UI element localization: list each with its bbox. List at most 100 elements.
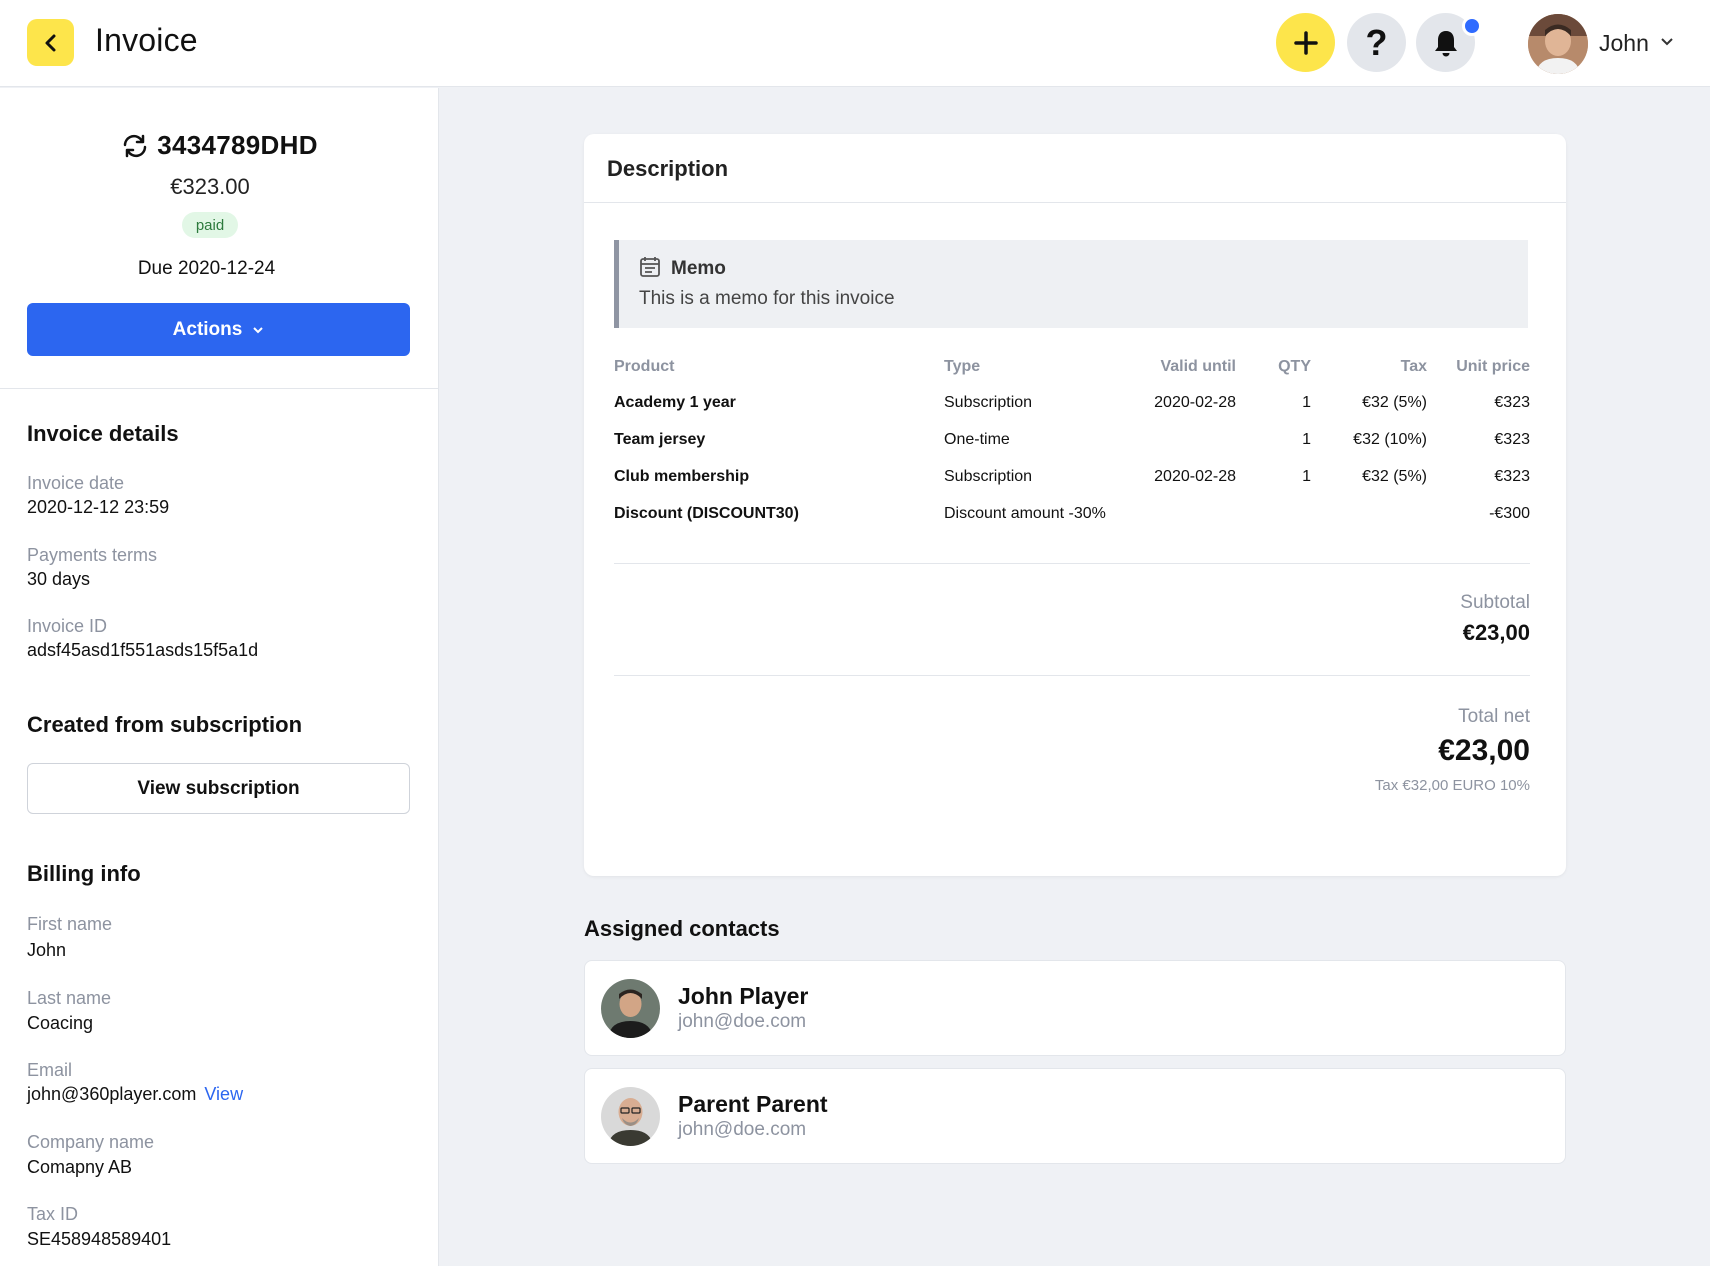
back-button[interactable]: [27, 19, 74, 66]
invoice-id-value: adsf45asd1f551asds15f5a1d: [27, 640, 259, 660]
unit-price: €323: [1494, 394, 1530, 411]
column-header-qty: QTY: [1278, 358, 1311, 375]
invoice-date-value: 2020-12-12 23:59: [27, 497, 170, 517]
first-name-label: First name: [27, 914, 113, 934]
product-type: Subscription: [944, 394, 1033, 411]
user-avatar[interactable]: [1528, 14, 1588, 74]
description-card: Description Memo This is a memo for this…: [584, 134, 1566, 876]
add-button[interactable]: [1276, 13, 1335, 72]
quantity: 1: [1302, 431, 1311, 448]
last-name-label: Last name: [27, 988, 112, 1008]
user-avatar-image: [1528, 14, 1588, 74]
quantity: 1: [1302, 394, 1311, 411]
contact-name: John Player: [678, 983, 809, 1009]
chevron-down-icon[interactable]: [1660, 37, 1674, 47]
invoice-amount: €323.00: [170, 174, 250, 199]
unit-price: -€300: [1489, 505, 1530, 522]
memo-title: Memo: [671, 258, 726, 279]
valid-until: 2020-02-28: [1154, 394, 1236, 411]
description-title: Description: [607, 156, 729, 181]
tax-id-label: Tax ID: [27, 1204, 79, 1224]
chevron-left-icon: [45, 34, 55, 51]
view-email-link[interactable]: View: [204, 1084, 243, 1104]
actions-button-label: Actions: [172, 318, 243, 340]
assigned-contacts-heading: Assigned contacts: [584, 916, 780, 941]
table-row: Academy 1 year Subscription 2020-02-28 1…: [614, 394, 1530, 424]
invoice-sidebar: 3434789DHD €323.00 paid Due 2020-12-24 A…: [0, 88, 439, 1266]
billing-info-heading: Billing info: [27, 861, 141, 886]
divider: [614, 563, 1530, 564]
memo-text: This is a memo for this invoice: [639, 288, 895, 309]
invoice-number-row: 3434789DHD: [0, 130, 439, 161]
table-row: Discount (DISCOUNT30) Discount amount -3…: [614, 505, 1530, 535]
product-type: Discount amount -30%: [944, 505, 1106, 522]
last-name-value: Coacing: [27, 1013, 94, 1033]
page-title: Invoice: [95, 22, 198, 58]
email-value-row: john@360player.com View: [27, 1084, 243, 1105]
payment-terms-value: 30 days: [27, 569, 91, 589]
memo-box: Memo This is a memo for this invoice: [614, 240, 1528, 328]
column-header-type: Type: [944, 358, 981, 375]
valid-until: 2020-02-28: [1154, 468, 1236, 485]
product-type: Subscription: [944, 468, 1033, 485]
product-name: Discount (DISCOUNT30): [614, 505, 799, 522]
divider: [0, 388, 439, 389]
help-button[interactable]: ?: [1347, 13, 1406, 72]
user-name[interactable]: John: [1599, 30, 1649, 57]
tax: €32 (10%): [1353, 431, 1427, 448]
actions-button[interactable]: Actions: [27, 303, 410, 356]
divider: [584, 202, 1566, 203]
total-net-label: Total net: [1458, 706, 1530, 727]
contact-card[interactable]: Parent Parent john@doe.com: [584, 1068, 1566, 1164]
status-badge: paid: [182, 212, 238, 238]
email-value: john@360player.com: [27, 1084, 197, 1104]
total-net-value: €23,00: [1438, 734, 1530, 767]
subtotal-value: €23,00: [1462, 620, 1530, 645]
invoice-number: 3434789DHD: [157, 130, 318, 160]
view-subscription-button[interactable]: View subscription: [27, 763, 410, 814]
question-mark-icon: ?: [1365, 21, 1388, 63]
calendar-note-icon: [640, 257, 660, 277]
contact-email: john@doe.com: [678, 1119, 807, 1140]
table-row: Team jersey One-time 1 €32 (10%) €323: [614, 431, 1530, 461]
contact-avatar: [601, 979, 660, 1038]
payment-terms-label: Payments terms: [27, 545, 158, 565]
subtotal-label: Subtotal: [1460, 592, 1530, 613]
column-header-valid-until: Valid until: [1160, 358, 1236, 375]
due-date: Due 2020-12-24: [137, 258, 276, 279]
unit-price: €323: [1494, 431, 1530, 448]
invoice-date-label: Invoice date: [27, 473, 125, 493]
tax: €32 (5%): [1362, 394, 1427, 411]
contact-card[interactable]: John Player john@doe.com: [584, 960, 1566, 1056]
contact-avatar-image: [601, 979, 660, 1038]
email-label: Email: [27, 1060, 73, 1080]
tax: €32 (5%): [1362, 468, 1427, 485]
contact-avatar: [601, 1087, 660, 1146]
unit-price: €323: [1494, 468, 1530, 485]
plus-icon: [1293, 30, 1318, 55]
contact-name: Parent Parent: [678, 1091, 828, 1117]
invoice-id-label: Invoice ID: [27, 616, 108, 636]
table-row: Club membership Subscription 2020-02-28 …: [614, 468, 1530, 498]
company-name-label: Company name: [27, 1132, 155, 1152]
subscription-heading: Created from subscription: [27, 712, 303, 737]
chevron-down-icon: [253, 326, 264, 333]
notification-dot: [1462, 16, 1482, 36]
tax-note: Tax €32,00 EURO 10%: [1374, 777, 1530, 794]
table-header: Product Type Valid until QTY Tax Unit pr…: [614, 358, 1530, 388]
product-name: Academy 1 year: [614, 394, 736, 411]
bell-icon: [1434, 30, 1457, 56]
divider: [614, 675, 1530, 676]
contact-avatar-image: [601, 1087, 660, 1146]
contact-email: john@doe.com: [678, 1011, 807, 1032]
product-name: Club membership: [614, 468, 750, 485]
first-name-value: John: [27, 940, 67, 960]
column-header-tax: Tax: [1400, 358, 1427, 375]
product-type: One-time: [944, 431, 1010, 448]
invoice-details-heading: Invoice details: [27, 421, 179, 446]
tax-id-value: SE458948589401: [27, 1229, 172, 1249]
recurring-icon: [123, 134, 147, 157]
column-header-product: Product: [614, 358, 675, 375]
company-name-value: Comapny AB: [27, 1157, 133, 1177]
product-name: Team jersey: [614, 431, 706, 448]
